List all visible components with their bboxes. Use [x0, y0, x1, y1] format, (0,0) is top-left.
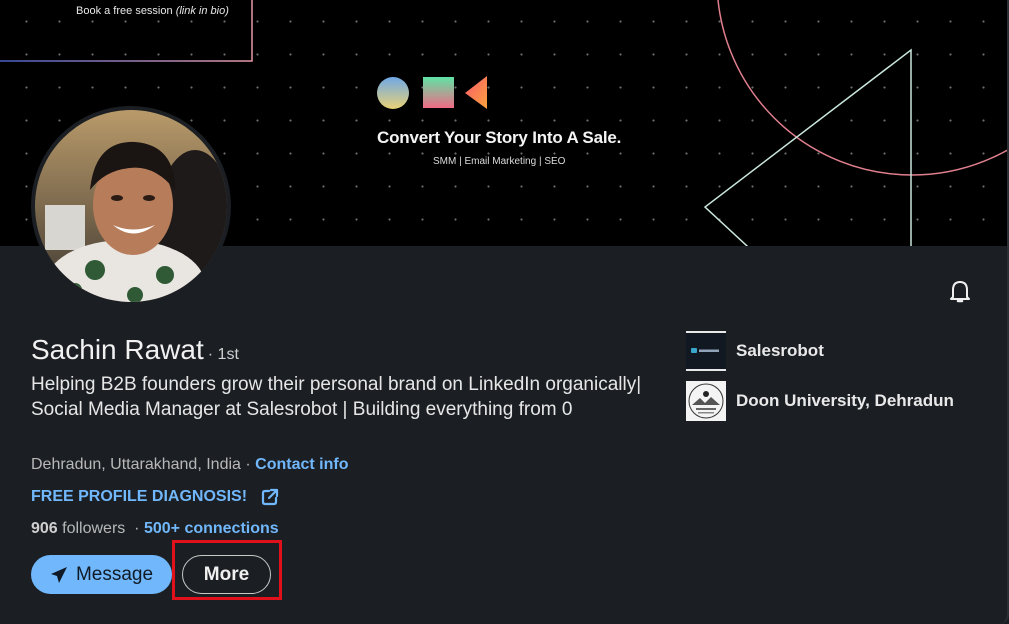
- circle-shape: [377, 77, 409, 109]
- more-button-label: More: [203, 563, 250, 585]
- connections-link[interactable]: 500+ connections: [144, 520, 279, 537]
- organization-current-company[interactable]: Salesrobot: [686, 331, 824, 371]
- profile-stats: 906 followers · 500+ connections: [31, 520, 279, 537]
- doon-university-logo: [686, 381, 726, 421]
- message-button-label: Message: [75, 563, 154, 585]
- triangle-shape: [465, 76, 487, 109]
- university-emblem: [688, 383, 724, 419]
- send-icon: [50, 566, 67, 583]
- salesrobot-logo: [686, 331, 726, 371]
- connection-degree: · 1st: [207, 346, 239, 363]
- external-link-icon: [261, 488, 279, 506]
- organization-name: Doon University, Dehradun: [736, 391, 954, 410]
- banner-shapes: [377, 76, 487, 109]
- contact-info-link[interactable]: Contact info: [255, 456, 348, 473]
- profile-name-text: Sachin Rawat: [31, 334, 204, 365]
- profile-name: Sachin Rawat · 1st: [31, 334, 239, 366]
- more-button[interactable]: More: [182, 555, 271, 594]
- profile-headline: Helping B2B founders grow their personal…: [31, 374, 642, 420]
- banner-triangle: [703, 48, 912, 246]
- followers-count: 906: [31, 520, 58, 537]
- promo-link[interactable]: FREE PROFILE DIAGNOSIS!: [31, 488, 279, 506]
- banner-tagline: Convert Your Story Into A Sale.: [377, 128, 622, 147]
- followers-label: followers: [57, 520, 126, 537]
- profile-location: Dehradun, Uttarakhand, India: [31, 456, 241, 473]
- banner-book-text: Book a free session (link in bio): [76, 5, 229, 17]
- message-button[interactable]: Message: [31, 555, 172, 594]
- organization-name: Salesrobot: [736, 341, 824, 360]
- square-shape: [423, 77, 454, 108]
- profile-card: Book a free session (link in bio) Conver…: [0, 0, 1009, 624]
- profile-avatar[interactable]: [31, 106, 231, 306]
- promo-link-label: FREE PROFILE DIAGNOSIS!: [31, 488, 248, 505]
- profile-location-row: Dehradun, Uttarakhand, India · Contact i…: [31, 456, 349, 473]
- salesrobot-logo-mark: [691, 348, 719, 353]
- organization-education[interactable]: Doon University, Dehradun: [686, 381, 954, 421]
- avatar-photo: [35, 110, 227, 302]
- bell-icon: [950, 281, 970, 303]
- notification-bell-button[interactable]: [946, 277, 974, 305]
- banner-services: SMM | Email Marketing | SEO: [433, 156, 566, 167]
